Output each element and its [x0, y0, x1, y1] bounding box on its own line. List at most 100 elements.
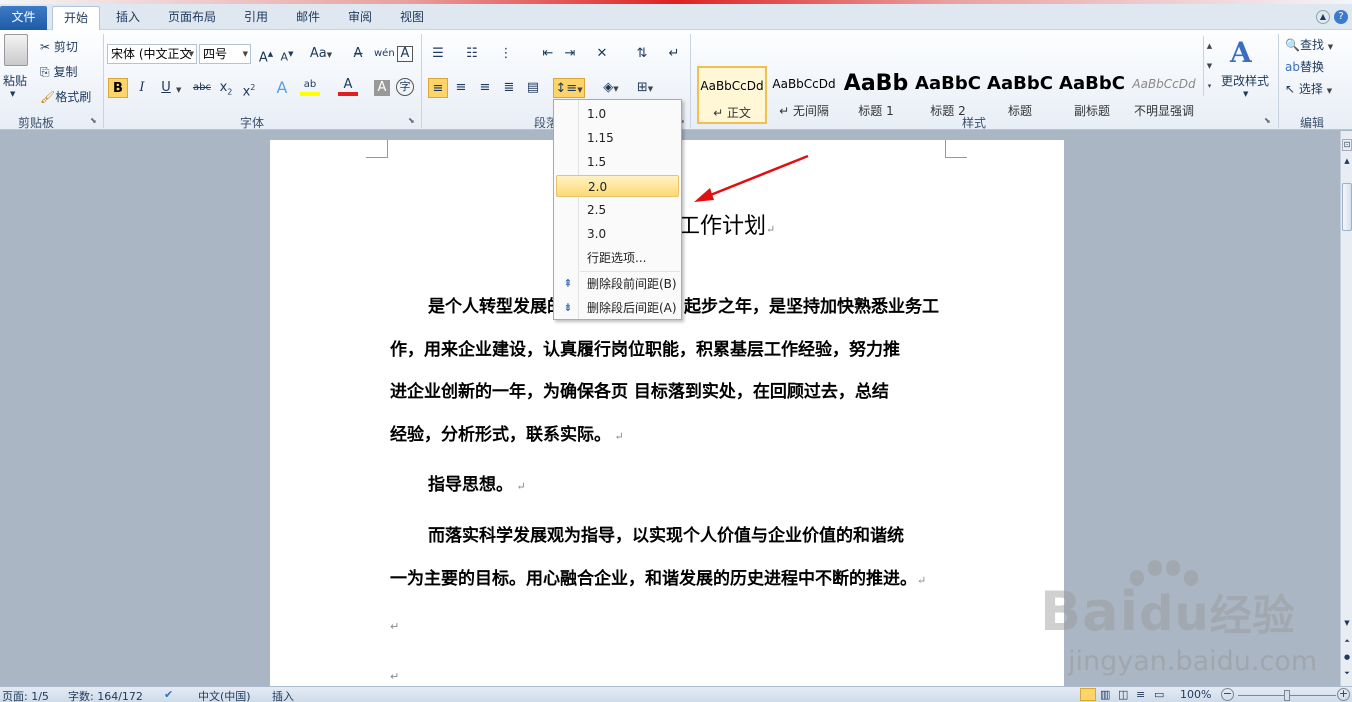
highlight-icon[interactable]: ab [300, 78, 320, 96]
decrease-indent-icon[interactable]: ⇤ [538, 44, 558, 64]
prev-page-icon[interactable]: ⏶ [1342, 637, 1352, 649]
borders-icon[interactable]: ⊞▼ [630, 78, 660, 98]
chevron-down-icon[interactable]: ▼ [176, 86, 181, 94]
web-layout-icon[interactable]: ◫ [1118, 688, 1128, 701]
italic-button[interactable]: I [132, 78, 152, 98]
bold-button[interactable]: B [108, 78, 128, 98]
superscript-button[interactable]: x2 [239, 78, 259, 99]
insert-mode[interactable]: 插入 [272, 688, 294, 702]
replace-button[interactable]: ab替换 [1285, 58, 1324, 75]
align-left-button[interactable]: ≡ [428, 78, 448, 98]
line-spacing-option-selected[interactable]: 2.0 [556, 175, 679, 197]
enclose-char-icon[interactable]: 字 [396, 78, 414, 96]
underline-button[interactable]: U [156, 78, 176, 98]
print-layout-icon[interactable] [1080, 688, 1096, 701]
tab-view[interactable]: 视图 [388, 6, 436, 30]
zoom-level[interactable]: 100% [1180, 688, 1211, 701]
paste-button[interactable]: 粘贴 [3, 72, 27, 89]
ruler-toggle-icon[interactable]: ⊡ [1342, 139, 1352, 151]
font-launcher-icon[interactable]: ⬊ [408, 116, 415, 125]
styles-launcher-icon[interactable]: ⬊ [1264, 116, 1271, 125]
align-right-button[interactable]: ≡ [475, 78, 495, 98]
chinese-layout-icon[interactable]: ✕ [592, 44, 612, 64]
remove-space-after-item[interactable]: ⇟ 删除段后间距(A) [556, 297, 679, 319]
paste-icon[interactable] [4, 34, 28, 66]
line-spacing-option[interactable]: 2.5 [556, 199, 679, 221]
next-page-icon[interactable]: ⏷ [1342, 669, 1352, 681]
zoom-slider-thumb[interactable] [1284, 690, 1290, 701]
change-case-button[interactable]: Aa▼ [308, 44, 334, 64]
proofing-icon[interactable]: ✔ [164, 688, 173, 701]
paste-dropdown-icon[interactable]: ▼ [10, 90, 15, 98]
line-spacing-button[interactable]: ↕≡▼ [553, 78, 585, 98]
tab-mailings[interactable]: 邮件 [284, 6, 332, 30]
zoom-in-icon[interactable]: + [1337, 688, 1350, 701]
tab-page-layout[interactable]: 页面布局 [160, 6, 224, 30]
outline-icon[interactable]: ≡ [1136, 688, 1145, 701]
multilevel-list-icon[interactable]: ⋮ [496, 44, 516, 64]
style-sample: AaBbC [1059, 73, 1125, 94]
remove-space-before-item[interactable]: ⇞ 删除段前间距(B) [556, 273, 679, 295]
style-subtle-emphasis[interactable]: AaBbCcDd 不明显强调 [1129, 66, 1199, 124]
shrink-font-icon[interactable]: A▼ [277, 44, 297, 64]
align-center-button[interactable]: ≡ [451, 78, 471, 98]
draft-icon[interactable]: ▭ [1154, 688, 1164, 701]
line-spacing-option[interactable]: 1.5 [556, 151, 679, 173]
browse-object-icon[interactable]: ● [1342, 653, 1352, 665]
line-spacing-option[interactable]: 1.0 [556, 103, 679, 125]
tab-file[interactable]: 文件 [0, 6, 47, 30]
font-name-combo[interactable]: 宋体 (中文正文 ▼ [107, 44, 197, 64]
char-shading-icon[interactable]: A [374, 80, 390, 96]
style-title[interactable]: AaBbC 标题 [985, 66, 1055, 124]
grow-font-icon[interactable]: A▲ [256, 44, 276, 65]
collapse-ribbon-icon[interactable]: ▲ [1316, 10, 1330, 24]
style-heading-1[interactable]: AaBb 标题 1 [841, 66, 911, 124]
char-border-icon[interactable]: A [397, 46, 413, 62]
sort-icon[interactable]: ⇅ [632, 44, 652, 64]
page-indicator[interactable]: 页面: 1/5 [2, 688, 49, 702]
format-painter-button[interactable]: 🖌格式刷 [40, 88, 91, 105]
font-color-icon[interactable]: A [338, 78, 358, 96]
justify-button[interactable]: ≣ [499, 78, 519, 98]
line-spacing-option[interactable]: 1.15 [556, 127, 679, 149]
increase-indent-icon[interactable]: ⇥ [560, 44, 580, 64]
change-styles-button[interactable]: 更改样式 [1221, 72, 1269, 89]
find-button[interactable]: 🔍查找 ▼ [1285, 36, 1333, 53]
font-size-combo[interactable]: 四号 ▼ [199, 44, 251, 64]
paragraph-mark: ↵ [390, 620, 400, 633]
text-effects-icon[interactable]: A [272, 78, 292, 98]
paragraph-line: 起步之年，是坚持加快熟悉业务工 [684, 297, 939, 317]
tab-insert[interactable]: 插入 [104, 6, 152, 30]
numbering-icon[interactable]: ☷ [462, 44, 482, 64]
gallery-scroll[interactable]: ▲ ▼ ▾ [1203, 36, 1215, 96]
language-indicator[interactable]: 中文(中国) [198, 688, 251, 702]
strikethrough-button[interactable]: abc [190, 78, 214, 98]
tab-references[interactable]: 引用 [232, 6, 280, 30]
scroll-thumb[interactable] [1342, 183, 1352, 231]
tab-home[interactable]: 开始 [52, 6, 100, 30]
style-no-spacing[interactable]: AaBbCcDd ↵ 无间隔 [769, 66, 839, 124]
style-normal[interactable]: AaBbCcDd ↵ 正文 [697, 66, 767, 124]
scroll-up-icon[interactable]: ▲ [1342, 157, 1352, 169]
show-marks-icon[interactable]: ↵ [664, 44, 684, 64]
full-screen-icon[interactable]: ▥ [1100, 688, 1110, 701]
line-spacing-options-item[interactable]: 行距选项... [556, 247, 679, 269]
zoom-out-icon[interactable]: − [1221, 688, 1234, 701]
line-spacing-option[interactable]: 3.0 [556, 223, 679, 245]
clipboard-launcher-icon[interactable]: ⬊ [90, 116, 97, 125]
word-count[interactable]: 字数: 164/172 [68, 688, 143, 702]
vertical-scrollbar[interactable]: ⊡ ▲ ▼ ⏶ ● ⏷ [1340, 131, 1352, 686]
copy-button[interactable]: ⎘ 复制 [40, 63, 77, 80]
bullets-icon[interactable]: ☰ [428, 44, 448, 64]
tab-review[interactable]: 审阅 [336, 6, 384, 30]
style-subtitle[interactable]: AaBbC 副标题 [1057, 66, 1127, 124]
clear-format-icon[interactable]: A̶ [348, 44, 368, 64]
shading-icon[interactable]: ◈▼ [596, 78, 626, 98]
distributed-button[interactable]: ▤ [523, 78, 543, 98]
phonetic-guide-icon[interactable]: wén [374, 44, 395, 64]
subscript-button[interactable]: x2 [216, 78, 236, 98]
cut-button[interactable]: ✂ 剪切 [40, 38, 78, 55]
scroll-down-icon[interactable]: ▼ [1342, 619, 1352, 631]
help-icon[interactable]: ? [1334, 10, 1348, 24]
select-button[interactable]: ↖ 选择 ▼ [1285, 80, 1332, 97]
